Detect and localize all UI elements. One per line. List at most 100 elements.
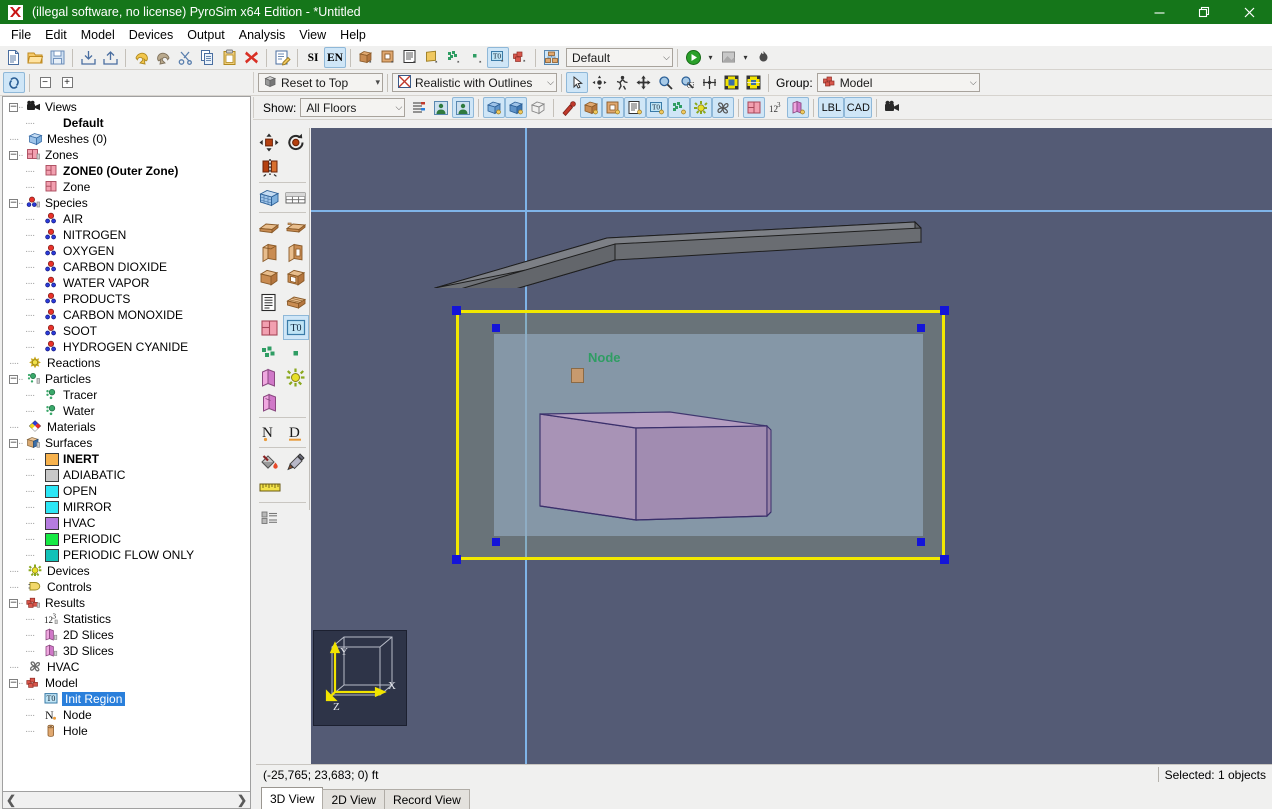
new-obstruction-icon[interactable] — [355, 47, 377, 68]
new-hole-icon[interactable] — [377, 47, 399, 68]
paste-clipboard-icon[interactable] — [218, 47, 240, 68]
draw-device-icon[interactable] — [283, 365, 310, 390]
pan-icon[interactable] — [632, 72, 654, 93]
tree-item[interactable]: ···· HVAC — [3, 515, 250, 531]
tab-2d-view[interactable]: 2D View — [322, 789, 385, 809]
show-record-icon[interactable] — [624, 97, 647, 118]
tree-item[interactable]: − ·· Views — [3, 99, 250, 115]
tree-item[interactable]: ···· Meshes (0) — [3, 131, 250, 147]
menu-output[interactable]: Output — [180, 25, 232, 45]
link-views-icon[interactable] — [3, 72, 25, 93]
show-mesh-wire-icon[interactable] — [527, 97, 549, 118]
tree-item[interactable]: ···· PRODUCTS — [3, 291, 250, 307]
tree-item[interactable]: ···· SOOT — [3, 323, 250, 339]
new-particle-icon[interactable] — [443, 47, 465, 68]
move-object-icon[interactable] — [256, 130, 283, 155]
new-group-icon[interactable] — [509, 47, 531, 68]
copy-icon[interactable] — [196, 47, 218, 68]
new-record-icon[interactable] — [399, 47, 421, 68]
menu-devices[interactable]: Devices — [122, 25, 180, 45]
show-flow-icon[interactable] — [558, 97, 580, 118]
ceiling-beam-object[interactable] — [429, 218, 929, 288]
draw-vent-icon[interactable] — [283, 290, 310, 315]
units-si-button[interactable]: SI — [302, 47, 324, 68]
camera-icon[interactable] — [881, 97, 903, 118]
selection-handle[interactable] — [452, 306, 461, 315]
export-icon[interactable] — [99, 47, 121, 68]
show-hole-icon[interactable] — [602, 97, 625, 118]
cut-scissors-icon[interactable] — [174, 47, 196, 68]
draw-zone-icon[interactable] — [256, 315, 283, 340]
draw-floor-icon[interactable] — [256, 215, 283, 240]
tree-item[interactable]: ···· PERIODIC — [3, 531, 250, 547]
show-mesh-icon[interactable] — [483, 97, 506, 118]
cad-toggle-button[interactable]: CAD — [844, 97, 873, 118]
draw-slice2d-icon[interactable] — [256, 365, 283, 390]
tree-item[interactable]: ···· OPEN — [3, 483, 250, 499]
selection-handle[interactable] — [917, 538, 925, 546]
view-selected-icon[interactable] — [742, 72, 764, 93]
3d-viewport[interactable]: Node Y X Z — [311, 128, 1272, 764]
show-mesh-solid-icon[interactable] — [505, 97, 528, 118]
obstruction-object[interactable] — [538, 408, 773, 523]
draw-particle-icon[interactable] — [283, 340, 310, 365]
draw-slab-icon[interactable] — [283, 215, 310, 240]
menu-help[interactable]: Help — [333, 25, 373, 45]
paint-bucket-icon[interactable] — [256, 450, 283, 475]
tree-collapse-toggle[interactable]: − — [9, 374, 18, 384]
run-dropdown-caret[interactable]: ▾ — [704, 47, 717, 68]
import-icon[interactable] — [77, 47, 99, 68]
collapse-all-icon[interactable]: − — [34, 72, 56, 93]
tree-item[interactable]: ···· MIRROR — [3, 499, 250, 515]
selection-handle[interactable] — [917, 324, 925, 332]
menu-view[interactable]: View — [292, 25, 333, 45]
scroll-left-arrow-icon[interactable]: ❮ — [6, 793, 16, 807]
minimize-button[interactable] — [1137, 0, 1182, 24]
show-slice-icon[interactable] — [787, 97, 810, 118]
floor-list-icon[interactable] — [408, 97, 430, 118]
run-fds-icon[interactable] — [682, 47, 704, 68]
draw-wall-icon[interactable] — [256, 240, 283, 265]
scroll-right-arrow-icon[interactable]: ❯ — [237, 793, 247, 807]
show-person-alt-icon[interactable] — [452, 97, 475, 118]
select-arrow-icon[interactable] — [566, 72, 588, 93]
tree-item[interactable]: ···· WATER VAPOR — [3, 275, 250, 291]
orbit-icon[interactable] — [588, 72, 610, 93]
new-vent-icon[interactable] — [421, 47, 443, 68]
edit-note-icon[interactable] — [271, 47, 293, 68]
properties-list-icon[interactable] — [256, 505, 283, 530]
zoom-region-icon[interactable] — [676, 72, 698, 93]
draw-wall-opening-icon[interactable] — [283, 240, 310, 265]
tree-item[interactable]: − ·· Model — [3, 675, 250, 691]
tree-item[interactable]: ···· Controls — [3, 579, 250, 595]
undo-icon[interactable] — [130, 47, 152, 68]
tree-item[interactable]: − ·· Surfaces — [3, 435, 250, 451]
label-toggle-button[interactable]: LBL — [818, 97, 845, 118]
close-button[interactable] — [1227, 0, 1272, 24]
measure-ruler-icon[interactable] — [256, 475, 283, 500]
tree-item[interactable]: ···· ZONE0 (Outer Zone) — [3, 163, 250, 179]
selection-handle[interactable] — [452, 555, 461, 564]
selection-handle[interactable] — [940, 306, 949, 315]
show-init-region-icon[interactable]: T0 — [646, 97, 669, 118]
tree-item[interactable]: ···· T0 Init Region — [3, 691, 250, 707]
draw-hollow-box-icon[interactable] — [283, 265, 310, 290]
tree-collapse-toggle[interactable]: − — [9, 598, 18, 608]
tree-item[interactable]: ···· HYDROGEN CYANIDE — [3, 339, 250, 355]
menu-analysis[interactable]: Analysis — [232, 25, 293, 45]
model-tree[interactable]: − ·· Views ···· Default ···· Meshes (0) − ·· Zone… — [2, 96, 251, 792]
node-tool-icon[interactable]: N — [256, 420, 283, 445]
redo-icon[interactable] — [152, 47, 174, 68]
eyedropper-icon[interactable] — [283, 450, 310, 475]
duct-tool-icon[interactable]: D — [283, 420, 310, 445]
tree-item[interactable]: ···· Default — [3, 115, 250, 131]
tree-collapse-toggle[interactable]: − — [9, 150, 18, 160]
tree-item[interactable]: ···· ADIABATIC — [3, 467, 250, 483]
menu-model[interactable]: Model — [74, 25, 122, 45]
tree-collapse-toggle[interactable]: − — [9, 102, 18, 112]
results-dropdown-caret[interactable]: ▾ — [739, 47, 752, 68]
tree-collapse-toggle[interactable]: − — [9, 678, 18, 688]
draw-particles-icon[interactable] — [256, 340, 283, 365]
new-mesh-icon[interactable] — [256, 185, 283, 210]
mirror-object-icon[interactable] — [256, 155, 283, 180]
